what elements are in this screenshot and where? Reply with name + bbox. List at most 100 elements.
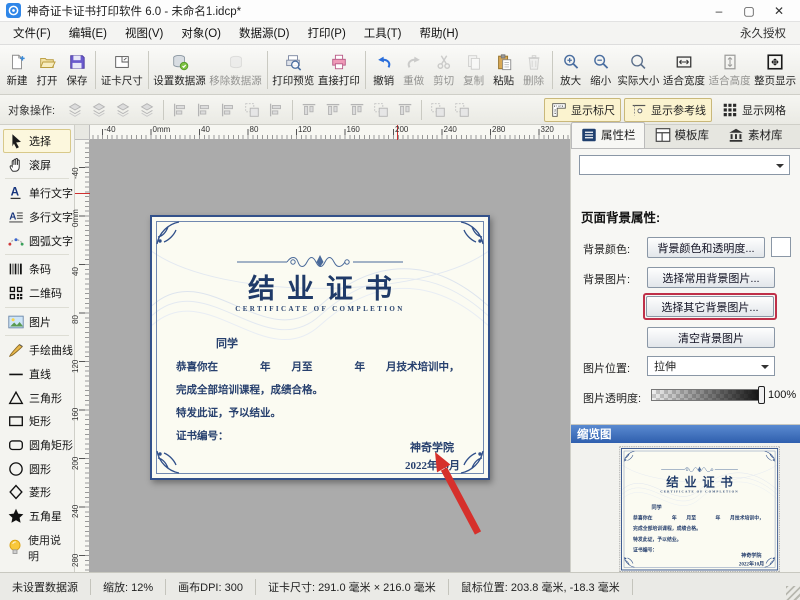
menu-item[interactable]: 帮助(H) bbox=[410, 22, 467, 44]
print-preview-icon bbox=[284, 52, 302, 72]
hand-icon bbox=[7, 156, 25, 174]
select-common-bg-button[interactable]: 选择常用背景图片... bbox=[647, 267, 775, 288]
toolbar-button-open[interactable]: 打开 bbox=[32, 47, 62, 93]
toolbar-button-undo[interactable]: 撤销 bbox=[369, 47, 399, 93]
menu-item[interactable]: 工具(T) bbox=[355, 22, 411, 44]
toolbar-button-label: 适合高度 bbox=[709, 73, 751, 88]
resize-grip bbox=[786, 586, 800, 600]
menu-item[interactable]: 视图(V) bbox=[116, 22, 172, 44]
ruler-label: 120 bbox=[298, 125, 311, 134]
tool-line[interactable]: 直线 bbox=[3, 362, 71, 386]
show-guides-button[interactable]: 显示参考线 bbox=[624, 98, 712, 122]
close-button[interactable]: ✕ bbox=[764, 1, 794, 21]
bg-color-button[interactable]: 背景颜色和透明度... bbox=[647, 237, 765, 258]
line-icon bbox=[7, 365, 25, 383]
image-position-select[interactable]: 拉伸 bbox=[647, 356, 775, 376]
ruler-label: 240 bbox=[71, 505, 80, 518]
ruler-label: 240 bbox=[444, 125, 457, 134]
tool-arc-text[interactable]: 圆弧文字 bbox=[3, 229, 71, 253]
tool-multi-line-text[interactable]: A多行文字 bbox=[3, 205, 71, 229]
app-logo-icon bbox=[6, 3, 21, 18]
zoom-level: 缩放: 12% bbox=[91, 579, 166, 595]
certificate-greeting: 同学 bbox=[651, 503, 661, 510]
chevron-down-icon bbox=[761, 365, 769, 373]
toolbar-button-print-preview[interactable]: 打印预览 bbox=[271, 47, 317, 93]
toolbar-button-fit-width[interactable]: 适合宽度 bbox=[661, 47, 707, 93]
tool-freehand-curve[interactable]: 手绘曲线 bbox=[3, 338, 71, 362]
help-button[interactable]: 使用说明 bbox=[3, 528, 71, 568]
tool-diamond[interactable]: 菱形 bbox=[3, 481, 71, 505]
toolbar-button-card-size[interactable]: 证卡尺寸 bbox=[99, 47, 145, 93]
align-right-icon bbox=[216, 99, 240, 121]
tool-barcode[interactable]: 条码 bbox=[3, 257, 71, 281]
show-guides-icon bbox=[630, 101, 648, 119]
toolbar-button-zoom-out[interactable]: 缩小 bbox=[586, 47, 616, 93]
show-ruler-button[interactable]: 显示标尺 bbox=[544, 98, 621, 122]
image-icon bbox=[7, 313, 25, 331]
toolbar-button-label: 整页显示 bbox=[754, 73, 796, 88]
corner-ornament-icon bbox=[764, 450, 776, 462]
menu-item[interactable]: 编辑(E) bbox=[60, 22, 116, 44]
object-toolbar: 对象操作: 显示标尺显示参考线显示网格 bbox=[0, 95, 800, 125]
toolbar-button-actual-size[interactable]: 实际大小 bbox=[616, 47, 662, 93]
tool-circle[interactable]: 圆形 bbox=[3, 457, 71, 481]
tool-select[interactable]: 选择 bbox=[3, 129, 71, 153]
equal-spacing-h-icon bbox=[264, 99, 288, 121]
opacity-slider[interactable] bbox=[651, 389, 763, 401]
toolbar-button-label: 撤销 bbox=[373, 73, 394, 88]
tool-triangle[interactable]: 三角形 bbox=[3, 386, 71, 410]
ruler-label: 40 bbox=[71, 267, 80, 276]
tool-qrcode[interactable]: 二维码 bbox=[3, 281, 71, 305]
toolbar-button-paste[interactable]: 粘贴 bbox=[489, 47, 519, 93]
status-bar: 未设置数据源缩放: 12%画布DPI: 300证卡尺寸: 291.0 毫米 × … bbox=[0, 572, 800, 600]
corner-ornament-icon bbox=[623, 450, 635, 462]
certificate-body-line: 特发此证，予以结业。 bbox=[176, 405, 281, 420]
mouse-position: 鼠标位置: 203.8 毫米, -18.3 毫米 bbox=[449, 579, 633, 595]
ruler-label: -40 bbox=[71, 167, 80, 179]
slider-handle[interactable] bbox=[758, 386, 765, 404]
ruler-corner bbox=[75, 125, 90, 140]
menu-item[interactable]: 打印(P) bbox=[298, 22, 354, 44]
design-canvas[interactable]: 结业证书 CERTIFICATE OF COMPLETION 同学 恭喜你在 年… bbox=[90, 140, 570, 572]
tab-material-library[interactable]: 素材库 bbox=[718, 122, 792, 148]
tool-label: 圆形 bbox=[29, 461, 51, 477]
menu-item[interactable]: 对象(O) bbox=[172, 22, 230, 44]
object-selector-dropdown[interactable] bbox=[579, 155, 790, 175]
select-other-bg-button[interactable]: 选择其它背景图片... bbox=[646, 296, 774, 317]
bg-color-swatch[interactable] bbox=[771, 237, 791, 257]
toolbar-button-save[interactable]: 保存 bbox=[62, 47, 92, 93]
minimize-button[interactable]: – bbox=[704, 1, 734, 21]
show-grid-button[interactable]: 显示网格 bbox=[715, 98, 792, 122]
tool-label: 圆弧文字 bbox=[29, 233, 73, 249]
tool-rectangle[interactable]: 矩形 bbox=[3, 410, 71, 434]
tab-properties[interactable]: 属性栏 bbox=[571, 122, 645, 148]
align-bottom-icon bbox=[345, 99, 369, 121]
toolbar-button-new[interactable]: 新建 bbox=[2, 47, 32, 93]
fit-width-icon bbox=[675, 52, 693, 72]
same-size-icon bbox=[450, 99, 474, 121]
window-title: 神奇证卡证书打印软件 6.0 - 未命名1.idcp* bbox=[27, 3, 241, 19]
tool-label: 五角星 bbox=[29, 508, 62, 524]
toolbar-button-set-datasource[interactable]: 设置数据源 bbox=[152, 47, 208, 93]
freehand-icon bbox=[7, 341, 25, 359]
clear-bg-button[interactable]: 清空背景图片 bbox=[647, 327, 775, 348]
tool-star[interactable]: 五角星 bbox=[3, 504, 71, 528]
vertical-ruler: -400mm4080120160200240280 bbox=[75, 140, 90, 572]
maximize-button[interactable]: ▢ bbox=[734, 1, 764, 21]
remove-datasource-icon bbox=[227, 52, 245, 72]
align-middle-icon bbox=[321, 99, 345, 121]
ruler-label: 200 bbox=[71, 456, 80, 469]
tool-image[interactable]: 图片 bbox=[3, 310, 71, 334]
tool-pan[interactable]: 滚屏 bbox=[3, 153, 71, 177]
toolbar-button-direct-print[interactable]: 直接打印 bbox=[316, 47, 362, 93]
menu-item[interactable]: 文件(F) bbox=[4, 22, 60, 44]
tool-rounded-rectangle[interactable]: 圆角矩形 bbox=[3, 433, 71, 457]
menu-item[interactable]: 数据源(D) bbox=[230, 22, 298, 44]
ruler-label: 160 bbox=[347, 125, 360, 134]
tab-label: 模板库 bbox=[675, 127, 710, 143]
tool-single-line-text[interactable]: A单行文字 bbox=[3, 181, 71, 205]
toolbar-button-zoom-in[interactable]: 放大 bbox=[556, 47, 586, 93]
datasource-status: 未设置数据源 bbox=[0, 579, 91, 595]
tab-template-library[interactable]: 模板库 bbox=[645, 122, 719, 148]
toolbar-button-fit-page[interactable]: 整页显示 bbox=[752, 47, 798, 93]
